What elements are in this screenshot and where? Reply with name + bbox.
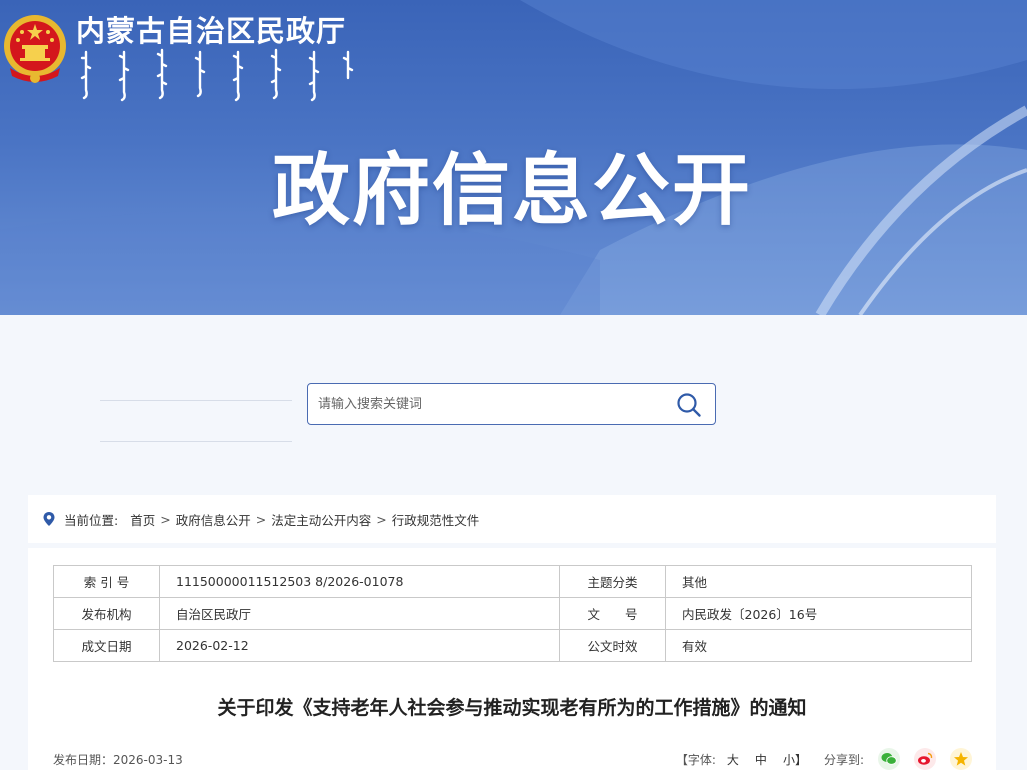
breadcrumb-normative-docs[interactable]: 行政规范性文件 xyxy=(392,510,480,529)
breadcrumb-separator: > xyxy=(376,511,387,527)
search-input[interactable] xyxy=(318,384,658,424)
meta-value: 11150000011512503 8/2026-01078 xyxy=(159,565,560,598)
font-large-button[interactable]: 大 xyxy=(727,751,739,768)
meta-label: 文 号 xyxy=(559,597,666,630)
share-label: 分享到: xyxy=(823,752,864,767)
meta-label: 发布机构 xyxy=(53,597,160,630)
table-row: 发布机构 自治区民政厅 文 号 内民政发〔2026〕16号 xyxy=(53,597,972,630)
search-button[interactable] xyxy=(675,391,703,419)
publish-date: 发布日期：2026-03-13 xyxy=(53,753,183,767)
wechat-icon xyxy=(881,753,897,765)
document-card: 索 引 号 11150000011512503 8/2026-01078 主题分… xyxy=(28,548,996,770)
document-toolbar: 发布日期：2026-03-13 【字体: 大 中 小】 分享到: xyxy=(53,748,972,770)
meta-value: 自治区民政厅 xyxy=(159,597,560,630)
table-row: 索 引 号 11150000011512503 8/2026-01078 主题分… xyxy=(53,565,972,598)
breadcrumb: 当前位置: 首页 > 政府信息公开 > 法定主动公开内容 > 行政规范性文件 xyxy=(28,495,996,543)
font-size-label: 【字体: xyxy=(675,752,716,767)
decorative-line xyxy=(100,400,292,401)
table-row: 成文日期 2026-02-12 公文时效 有效 xyxy=(53,629,972,662)
site-name[interactable]: 内蒙古自治区民政厅 xyxy=(76,8,346,50)
decorative-line xyxy=(100,441,292,442)
search-section xyxy=(0,315,1027,495)
font-small-button[interactable]: 小】 xyxy=(783,751,807,768)
star-icon xyxy=(954,752,968,766)
breadcrumb-prefix: 当前位置: xyxy=(64,512,119,528)
meta-value: 有效 xyxy=(665,629,972,662)
search-box xyxy=(307,383,716,425)
tools-group: 【字体: 大 中 小】 分享到: xyxy=(676,748,972,770)
search-icon xyxy=(677,393,701,417)
meta-label: 索 引 号 xyxy=(53,565,160,598)
mongolian-script-icon xyxy=(80,48,354,102)
font-medium-button[interactable]: 中 xyxy=(755,751,767,768)
weibo-icon xyxy=(918,752,933,765)
qzone-share-button[interactable] xyxy=(950,748,972,770)
banner-title: 政府信息公开 xyxy=(272,146,753,236)
meta-value: 其他 xyxy=(665,565,972,598)
weibo-share-button[interactable] xyxy=(914,748,936,770)
meta-value: 2026-02-12 xyxy=(159,629,560,662)
wechat-share-button[interactable] xyxy=(878,748,900,770)
breadcrumb-separator: > xyxy=(255,511,267,527)
document-title: 关于印发《支持老年人社会参与推动实现老有所为的工作措施》的通知 xyxy=(217,697,807,719)
meta-label: 主题分类 xyxy=(559,565,666,598)
meta-value: 内民政发〔2026〕16号 xyxy=(665,597,972,630)
national-emblem-icon xyxy=(4,15,66,83)
breadcrumb-home[interactable]: 首页 xyxy=(130,510,155,529)
breadcrumb-gov-info[interactable]: 政府信息公开 xyxy=(176,510,251,529)
site-logo[interactable] xyxy=(2,12,68,86)
meta-label: 成文日期 xyxy=(53,629,160,662)
header-banner: 内蒙古自治区民政厅 政府信息公开 xyxy=(0,0,1027,315)
document-meta-table: 索 引 号 11150000011512503 8/2026-01078 主题分… xyxy=(53,565,972,662)
breadcrumb-separator: > xyxy=(160,511,171,527)
location-pin-icon xyxy=(43,512,55,526)
meta-label: 公文时效 xyxy=(559,629,666,662)
mongolian-script-name xyxy=(78,48,358,102)
breadcrumb-statutory[interactable]: 法定主动公开内容 xyxy=(271,510,371,529)
